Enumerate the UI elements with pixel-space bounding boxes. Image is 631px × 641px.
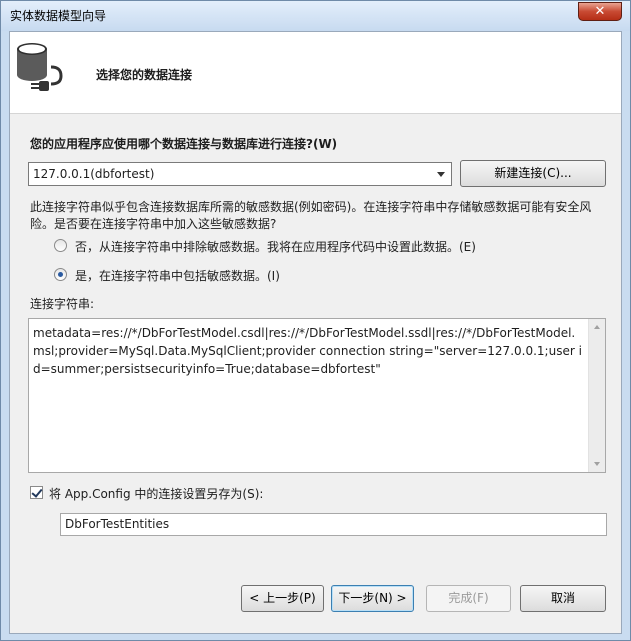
chevron-down-icon bbox=[437, 172, 445, 177]
wizard-header: 选择您的数据连接 bbox=[10, 32, 621, 114]
include-sensitive-label[interactable]: 是，在连接字符串中包括敏感数据。(I) bbox=[75, 267, 280, 284]
cancel-button[interactable]: 取消 bbox=[520, 585, 606, 612]
exclude-sensitive-radio[interactable] bbox=[54, 239, 67, 252]
include-sensitive-radio[interactable] bbox=[54, 268, 67, 281]
connection-string-label: 连接字符串: bbox=[30, 297, 95, 311]
database-plug-icon bbox=[17, 43, 63, 91]
save-config-checkbox[interactable] bbox=[30, 486, 43, 499]
wizard-body: 选择您的数据连接 您的应用程序应使用哪个数据连接与数据库进行连接?(W) 127… bbox=[9, 31, 622, 634]
connection-string-textbox[interactable]: metadata=res://*/DbForTestModel.csdl|res… bbox=[28, 318, 606, 473]
wizard-window: 实体数据模型向导 ✕ 选择您的数据连接 您的应用程序应使用哪个数据连接与数据库进… bbox=[0, 0, 631, 641]
connection-question: 您的应用程序应使用哪个数据连接与数据库进行连接?(W) bbox=[30, 137, 338, 151]
entity-name-input[interactable]: DbForTestEntities bbox=[60, 513, 607, 536]
window-title: 实体数据模型向导 bbox=[10, 9, 107, 23]
save-config-label[interactable]: 将 App.Config 中的连接设置另存为(S): bbox=[49, 485, 263, 502]
connection-select-value: 127.0.0.1(dbfortest) bbox=[33, 167, 155, 181]
title-bar: 实体数据模型向导 ✕ bbox=[1, 1, 630, 31]
scroll-up-icon[interactable] bbox=[594, 325, 600, 329]
page-title: 选择您的数据连接 bbox=[96, 68, 193, 82]
new-connection-button[interactable]: 新建连接(C)... bbox=[460, 160, 606, 187]
exclude-sensitive-label[interactable]: 否，从连接字符串中排除敏感数据。我将在应用程序代码中设置此数据。(E) bbox=[75, 238, 476, 255]
connection-string-scrollbar[interactable] bbox=[588, 319, 605, 472]
scroll-down-icon[interactable] bbox=[594, 462, 600, 466]
connection-select[interactable]: 127.0.0.1(dbfortest) bbox=[28, 162, 452, 186]
close-button[interactable]: ✕ bbox=[578, 2, 622, 21]
finish-button: 完成(F) bbox=[426, 585, 511, 612]
next-button[interactable]: 下一步(N) > bbox=[331, 585, 414, 612]
connection-string-text: metadata=res://*/DbForTestModel.csdl|res… bbox=[33, 326, 582, 376]
sensitive-data-warning: 此连接字符串似乎包含连接数据库所需的敏感数据(例如密码)。在连接字符串中存储敏感… bbox=[30, 200, 592, 231]
back-button[interactable]: < 上一步(P) bbox=[241, 585, 324, 612]
